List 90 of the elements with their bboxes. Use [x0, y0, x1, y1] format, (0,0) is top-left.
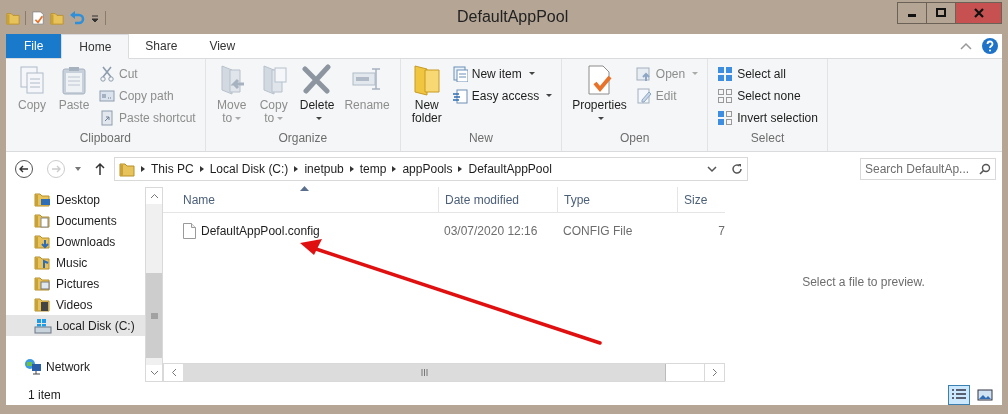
recent-dropdown-icon[interactable]: [74, 165, 82, 172]
invert-selection-icon: [717, 109, 734, 126]
dropdown-icon[interactable]: [707, 164, 717, 173]
details-list-icon: [951, 387, 967, 402]
customize-icon[interactable]: [90, 13, 100, 23]
select-none-button[interactable]: Select none: [714, 86, 821, 105]
scroll-up-icon[interactable]: [149, 193, 159, 199]
edit-icon: [635, 87, 652, 104]
new-folder-button[interactable]: New folder: [406, 62, 447, 131]
downloads-folder-icon: [34, 233, 52, 250]
ribbon-tab[interactable]: View: [193, 34, 252, 58]
file-name-cell[interactable]: DefaultAppPool.config: [163, 222, 438, 239]
file-tab[interactable]: File: [6, 34, 62, 58]
properties-button[interactable]: Properties: [568, 62, 631, 131]
documents-folder-icon: [34, 212, 52, 229]
column-header[interactable]: Size: [677, 187, 725, 212]
preview-message: Select a file to preview.: [802, 274, 925, 289]
close-button[interactable]: [956, 3, 1001, 23]
column-header[interactable]: Name: [163, 187, 438, 212]
column-header[interactable]: Type: [557, 187, 677, 212]
delete-icon: [301, 64, 334, 96]
group-label: Select: [749, 131, 786, 147]
nav-item[interactable]: Videos: [6, 294, 145, 315]
date-cell-text: 03/07/2020 12:16: [443, 223, 539, 238]
up-arrow-icon[interactable]: [94, 161, 106, 176]
scroll-left-icon[interactable]: [170, 368, 177, 377]
ribbon-tab[interactable]: Home: [61, 34, 130, 59]
new-item-icon: [451, 65, 468, 82]
scissors-icon: [99, 65, 115, 82]
desktop-folder-icon: [34, 191, 52, 208]
breadcrumb[interactable]: Local Disk (C:): [209, 161, 289, 176]
breadcrumb[interactable]: inetpub: [304, 161, 344, 176]
group-label: Organize: [277, 131, 329, 147]
nav-item[interactable]: Pictures: [6, 273, 145, 294]
group-label: Clipboard: [78, 131, 133, 147]
image-icon: [977, 387, 993, 402]
sort-ascending-icon: [300, 186, 309, 191]
nav-item[interactable]: Music: [6, 252, 145, 273]
select-all-button[interactable]: Select all: [714, 64, 821, 83]
folder-icon: [119, 160, 135, 177]
group-label: Open: [618, 131, 651, 147]
nav-item[interactable]: Desktop: [6, 189, 145, 210]
details-view-button[interactable]: [948, 384, 970, 405]
nav-item[interactable]: Downloads: [6, 231, 145, 252]
nav-item[interactable]: Local Disk (C:): [6, 315, 145, 336]
search-field[interactable]: Search DefaultAp...: [860, 157, 996, 180]
item-count: 1 item: [28, 387, 61, 402]
vertical-scrollbar[interactable]: [145, 187, 163, 382]
nav-item[interactable]: Network: [6, 356, 145, 377]
shortcut-icon: [99, 109, 115, 126]
horizontal-scrollbar[interactable]: [163, 363, 725, 382]
network-icon: [24, 358, 42, 375]
type-cell-text: CONFIG File: [562, 223, 634, 238]
easy-access-button[interactable]: Easy access: [448, 86, 556, 105]
pictures-folder-icon: [34, 275, 52, 292]
ribbon-tab[interactable]: Share: [129, 34, 194, 58]
drive-icon: [34, 317, 52, 334]
window-title: DefaultAppPool: [457, 8, 569, 26]
path-icon: [99, 87, 115, 104]
scroll-right-icon[interactable]: [711, 368, 718, 377]
group-label: New: [467, 131, 494, 147]
breadcrumb[interactable]: temp: [359, 161, 387, 176]
size-cell-text: 7: [717, 223, 725, 238]
address-bar[interactable]: This PC Local Disk (C:) inetpub temp appPools DefaultAppPool: [114, 156, 748, 181]
music-folder-icon: [34, 254, 52, 271]
easy-access-icon: [451, 87, 468, 104]
properties-icon[interactable]: [31, 10, 45, 26]
breadcrumb[interactable]: DefaultAppPool: [468, 161, 552, 176]
refresh-icon[interactable]: [731, 162, 743, 175]
column-header[interactable]: Date modified: [438, 187, 557, 212]
search-icon: [979, 162, 991, 175]
maximize-icon: [936, 8, 946, 18]
select-all-icon: [717, 65, 734, 82]
select-none-icon: [717, 87, 734, 104]
open-icon: [635, 65, 652, 82]
back-button[interactable]: [14, 158, 34, 179]
grip-icon[interactable]: [420, 369, 428, 376]
close-icon: [972, 8, 985, 18]
breadcrumb[interactable]: This PC: [151, 161, 194, 176]
help-icon[interactable]: [982, 38, 998, 54]
invert-selection-button[interactable]: Invert selection: [714, 108, 821, 127]
breadcrumb[interactable]: appPools: [402, 161, 453, 176]
delete-button[interactable]: Delete: [295, 62, 339, 131]
new-item-button[interactable]: New item: [448, 64, 556, 83]
file-icon: [183, 222, 196, 239]
grip-icon[interactable]: [150, 312, 158, 319]
collapse-icon[interactable]: [960, 42, 972, 50]
nav-item[interactable]: Documents: [6, 210, 145, 231]
videos-folder-icon: [34, 296, 52, 313]
scroll-down-icon[interactable]: [149, 370, 159, 376]
